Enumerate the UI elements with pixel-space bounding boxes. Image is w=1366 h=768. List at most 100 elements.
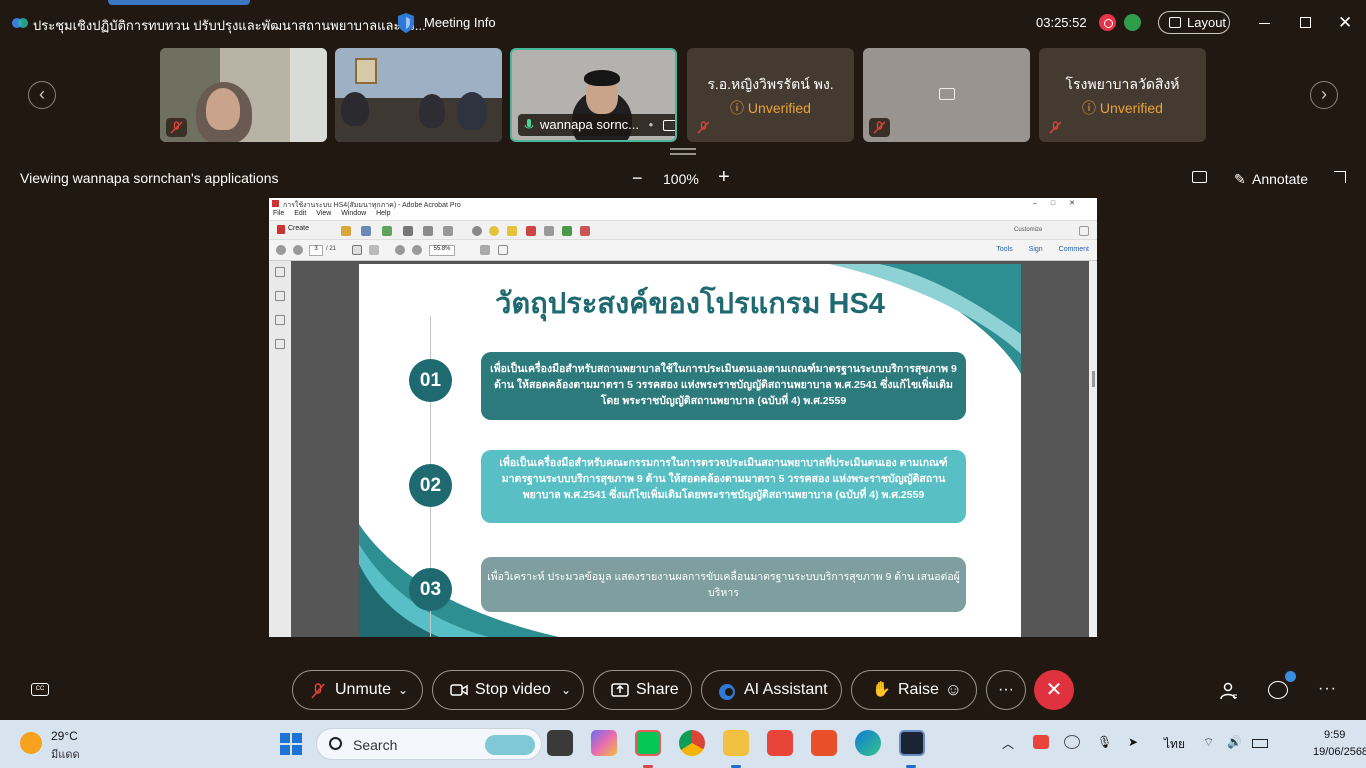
prev-page-icon[interactable] xyxy=(276,245,286,255)
unmute-button[interactable]: Unmute ⌄ xyxy=(292,670,423,710)
zoom-out-button[interactable]: − xyxy=(632,168,643,189)
mic-muted-tray-icon[interactable]: 🎙 xyxy=(1097,735,1112,749)
battery-icon[interactable] xyxy=(1252,739,1268,748)
wps-office-icon[interactable] xyxy=(811,730,837,756)
pages-panel-icon[interactable] xyxy=(275,267,285,277)
closed-captions-button[interactable]: CC xyxy=(31,683,49,696)
print-icon[interactable] xyxy=(403,226,413,236)
settings-icon[interactable] xyxy=(472,226,482,236)
zoom-input[interactable]: 55.8% xyxy=(429,245,455,256)
fit-page-icon[interactable] xyxy=(480,245,490,255)
layout-button[interactable]: Layout xyxy=(1158,11,1230,34)
sticky-note-icon[interactable] xyxy=(507,226,517,236)
comment-icon[interactable] xyxy=(489,226,499,236)
participants-icon[interactable] xyxy=(1220,682,1238,700)
chevron-down-icon[interactable]: ⌄ xyxy=(561,671,571,709)
sign-link[interactable]: Sign xyxy=(1029,246,1043,253)
share-button[interactable]: Share xyxy=(593,670,692,710)
prev-participants-button[interactable]: ‹ xyxy=(28,81,56,109)
participant-tile[interactable] xyxy=(335,48,502,142)
document-scrollbar[interactable] xyxy=(1089,261,1097,637)
acrobat-window-controls[interactable]: –□✕ xyxy=(1033,199,1089,207)
resize-grip-handle[interactable] xyxy=(670,148,696,155)
page-icon[interactable] xyxy=(544,226,554,236)
leave-meeting-button[interactable]: ✕ xyxy=(1034,670,1074,710)
chrome-icon[interactable] xyxy=(679,730,705,756)
recording-icon[interactable] xyxy=(1099,14,1116,31)
stamp-icon[interactable] xyxy=(526,226,536,236)
start-button[interactable] xyxy=(280,733,302,755)
participant-tile[interactable] xyxy=(863,48,1030,142)
fit-width-icon[interactable] xyxy=(498,245,508,255)
create-button[interactable]: Create xyxy=(277,225,309,234)
restore-button[interactable] xyxy=(1300,17,1311,28)
participant-tile[interactable] xyxy=(160,48,327,142)
comment-link[interactable]: Comment xyxy=(1059,246,1089,253)
attachments-icon[interactable] xyxy=(275,339,285,349)
next-page-icon[interactable] xyxy=(293,245,303,255)
shield-icon[interactable] xyxy=(396,12,416,34)
clock-time[interactable]: 9:59 xyxy=(1324,729,1345,741)
volume-icon[interactable]: 🔊 xyxy=(1227,735,1242,749)
cloud-tray-icon[interactable] xyxy=(1064,735,1080,749)
email-icon[interactable] xyxy=(443,226,453,236)
zoom-in-button[interactable]: + xyxy=(718,166,730,189)
network-health-icon[interactable] xyxy=(1124,14,1141,31)
weather-sun-icon[interactable] xyxy=(20,732,42,754)
location-tray-icon[interactable]: ➤ xyxy=(1128,735,1138,749)
menu-file[interactable]: File xyxy=(273,210,284,217)
line-app-icon[interactable] xyxy=(635,730,661,756)
zoom-out-icon[interactable] xyxy=(395,245,405,255)
menu-view[interactable]: View xyxy=(316,210,331,217)
page-number-input[interactable]: 3 xyxy=(309,245,323,256)
scroll-thumb[interactable] xyxy=(1092,371,1095,387)
input-language[interactable]: ไทย xyxy=(1164,735,1185,754)
task-view-icon[interactable] xyxy=(547,730,573,756)
meeting-info-button[interactable]: Meeting Info xyxy=(424,15,496,30)
participant-tile[interactable]: โรงพยาบาลวัดสิงห์ ⓘ Unverified xyxy=(1039,48,1206,142)
more-menu-icon[interactable]: ··· xyxy=(1318,680,1337,698)
participant-tile[interactable]: ร.อ.หญิงวิพรรัตน์ พง. ⓘ Unverified xyxy=(687,48,854,142)
customize-dropdown[interactable]: Customize xyxy=(1014,227,1042,233)
file-explorer-icon[interactable] xyxy=(723,730,749,756)
save-icon[interactable] xyxy=(361,226,371,236)
wifi-icon[interactable]: ⌔ xyxy=(1203,735,1214,750)
open-icon[interactable] xyxy=(341,226,351,236)
hand-tool-icon[interactable] xyxy=(369,245,379,255)
menu-window[interactable]: Window xyxy=(341,210,366,217)
signature-icon[interactable] xyxy=(275,315,285,325)
ai-assistant-button[interactable]: AI Assistant xyxy=(701,670,842,710)
close-window-button[interactable]: ✕ xyxy=(1338,13,1352,33)
upload-icon[interactable] xyxy=(382,226,392,236)
minimize-button[interactable] xyxy=(1259,23,1270,24)
raise-hand-button[interactable]: ✋ Raise ☺ xyxy=(851,670,977,710)
edge-icon[interactable] xyxy=(855,730,881,756)
participant-tile-active[interactable]: wannapa sornc... • xyxy=(510,48,677,142)
export-icon[interactable] xyxy=(562,226,572,236)
fullscreen-icon[interactable] xyxy=(1334,171,1346,183)
menu-help[interactable]: Help xyxy=(376,210,390,217)
anydesk-tray-icon[interactable] xyxy=(1033,735,1049,749)
pdf-icon[interactable] xyxy=(580,226,590,236)
reaction-smiley-icon[interactable]: ☺ xyxy=(945,671,962,709)
bookmarks-icon[interactable] xyxy=(275,291,285,301)
menu-edit[interactable]: Edit xyxy=(294,210,306,217)
clock-date[interactable]: 19/06/2568 xyxy=(1313,746,1366,758)
expand-icon[interactable] xyxy=(1079,226,1089,236)
zoom-in-icon[interactable] xyxy=(412,245,422,255)
select-tool-icon[interactable] xyxy=(352,245,362,255)
webex-taskbar-icon[interactable] xyxy=(899,730,925,756)
annotate-button[interactable]: ✎ Annotate xyxy=(1234,171,1308,187)
copilot-icon[interactable] xyxy=(591,730,617,756)
chat-icon[interactable] xyxy=(1268,681,1288,699)
anydesk-icon[interactable] xyxy=(767,730,793,756)
share-view-icon[interactable] xyxy=(1192,171,1207,183)
tray-overflow-chevron-icon[interactable]: ︿ xyxy=(1002,735,1014,752)
weather-temperature[interactable]: 29°C xyxy=(51,729,78,743)
stop-video-button[interactable]: Stop video ⌄ xyxy=(432,670,584,710)
chevron-down-icon[interactable]: ⌄ xyxy=(398,671,408,709)
next-participants-button[interactable]: › xyxy=(1310,81,1338,109)
more-options-button[interactable]: ··· xyxy=(986,670,1026,710)
edit-icon[interactable] xyxy=(423,226,433,236)
taskbar-search[interactable]: Search xyxy=(316,728,542,760)
